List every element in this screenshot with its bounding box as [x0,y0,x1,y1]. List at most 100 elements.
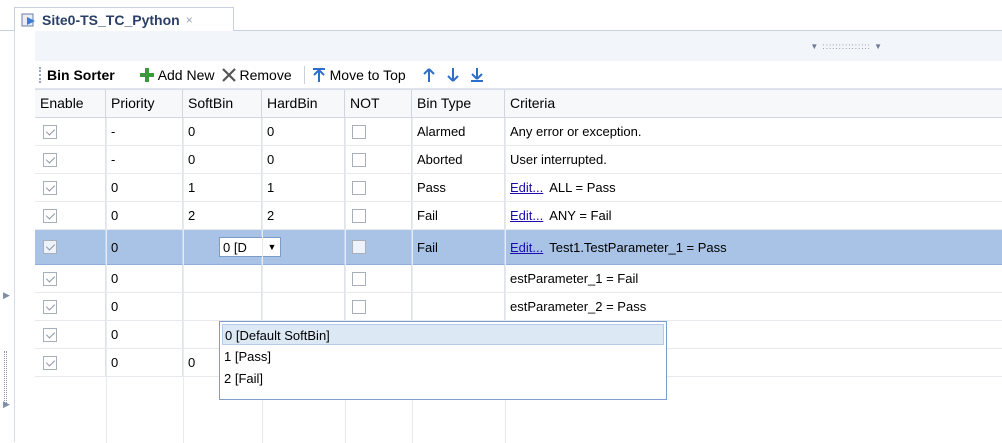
softbin-cell[interactable]: 1 [183,174,262,202]
enable-cell[interactable] [35,293,106,321]
softbin-cell[interactable] [183,265,262,293]
edit-criteria-link[interactable]: Edit... [510,240,543,255]
close-icon[interactable]: × [186,13,193,27]
move-down-button[interactable] [446,67,460,83]
table-row[interactable]: 0 2 2 Fail Edit... ANY = Fail [35,202,1002,230]
column-header-criteria[interactable]: Criteria [505,90,1002,118]
move-to-bottom-button[interactable] [470,67,484,83]
priority-cell[interactable]: 0 [106,174,183,202]
table-row[interactable]: - 0 0 Alarmed Any error or exception. [35,118,1002,146]
enable-cell[interactable] [35,265,106,293]
not-cell[interactable] [345,118,412,146]
remove-button[interactable]: Remove [221,67,292,83]
not-cell[interactable] [345,146,412,174]
dropdown-option[interactable]: 1 [Pass] [220,346,666,367]
priority-cell[interactable]: 0 [106,265,183,293]
bintype-cell[interactable]: Fail [412,202,505,230]
softbin-combobox[interactable]: 0 [D ▼ [219,237,281,257]
splitter-grip[interactable] [4,351,7,405]
not-checkbox[interactable] [352,125,366,139]
column-header-hardbin[interactable]: HardBin [262,90,345,118]
hardbin-cell[interactable] [262,265,345,293]
softbin-cell[interactable]: 2 [183,202,262,230]
table-row[interactable]: 0 estParameter_2 = Pass [35,293,1002,321]
panel-resize-grip[interactable]: ▼ ::::::::::::::: ▼ [35,31,1002,61]
column-header-bintype[interactable]: Bin Type [412,90,505,118]
enable-checkbox[interactable] [43,181,57,195]
bintype-cell[interactable]: Pass [412,174,505,202]
enable-cell[interactable] [35,174,106,202]
not-cell[interactable] [345,174,412,202]
enable-checkbox[interactable] [43,272,57,286]
dropdown-option[interactable]: 0 [Default SoftBin] [222,324,664,345]
column-header-enable[interactable]: Enable [35,90,106,118]
table-row[interactable]: 00FailEdit...Test1.TestParameter_1 = Pas… [35,230,1002,265]
not-cell[interactable] [345,265,412,293]
not-cell[interactable] [345,230,412,265]
softbin-cell[interactable]: 0 [183,118,262,146]
not-cell[interactable] [345,202,412,230]
bintype-cell[interactable]: Aborted [412,146,505,174]
enable-checkbox[interactable] [43,328,57,342]
not-checkbox[interactable] [352,300,366,314]
enable-cell[interactable] [35,230,106,265]
move-up-button[interactable] [422,67,436,83]
criteria-cell[interactable]: User interrupted. [505,146,1002,174]
add-new-button[interactable]: Add New [139,67,215,83]
softbin-dropdown-list[interactable]: 0 [Default SoftBin] 1 [Pass] 2 [Fail] [219,321,667,400]
not-checkbox[interactable] [352,272,366,286]
priority-cell[interactable]: 0 [106,202,183,230]
document-tab[interactable]: Site0-TS_TC_Python × [14,7,234,32]
column-header-softbin[interactable]: SoftBin [183,90,262,118]
softbin-cell[interactable]: 0 [183,146,262,174]
priority-cell[interactable]: 0 [106,293,183,321]
bintype-cell[interactable] [412,293,505,321]
column-header-not[interactable]: NOT [345,90,412,118]
table-row[interactable]: 0 1 1 Pass Edit... ALL = Pass [35,174,1002,202]
enable-checkbox[interactable] [43,240,57,254]
table-row[interactable]: 0 estParameter_1 = Fail [35,265,1002,293]
enable-checkbox[interactable] [43,125,57,139]
hardbin-cell[interactable]: 1 [262,174,345,202]
chevron-down-icon[interactable]: ▼ [264,242,280,252]
enable-checkbox[interactable] [43,356,57,370]
hardbin-cell[interactable]: 0 [262,118,345,146]
enable-cell[interactable] [35,349,106,377]
toolbar-grip[interactable] [39,66,43,83]
enable-cell[interactable] [35,321,106,349]
move-to-top-button[interactable]: Move to Top [311,67,406,83]
bintype-cell[interactable] [412,265,505,293]
criteria-cell[interactable]: estParameter_1 = Fail [505,265,1002,293]
enable-checkbox[interactable] [43,209,57,223]
enable-checkbox[interactable] [43,153,57,167]
bintype-cell[interactable]: Alarmed [412,118,505,146]
enable-cell[interactable] [35,118,106,146]
edit-criteria-link[interactable]: Edit... [510,180,543,195]
priority-cell[interactable]: 0 [106,321,183,349]
priority-cell[interactable]: 0 [106,349,183,377]
criteria-cell[interactable]: Edit... ALL = Pass [505,174,1002,202]
softbin-cell[interactable] [183,293,262,321]
not-checkbox[interactable] [352,181,366,195]
priority-cell[interactable]: - [106,146,183,174]
column-header-priority[interactable]: Priority [106,90,183,118]
priority-cell[interactable]: 0 [106,230,183,265]
criteria-cell[interactable]: Any error or exception. [505,118,1002,146]
criteria-cell[interactable]: Edit... Test1.TestParameter_1 = Pass [505,230,1002,265]
hardbin-cell[interactable] [262,293,345,321]
hardbin-cell[interactable]: 0 [262,146,345,174]
enable-checkbox[interactable] [43,300,57,314]
priority-cell[interactable]: - [106,118,183,146]
criteria-cell[interactable]: Edit... ANY = Fail [505,202,1002,230]
not-checkbox[interactable] [352,240,366,254]
hardbin-cell[interactable]: 2 [262,202,345,230]
criteria-cell[interactable]: estParameter_2 = Pass [505,293,1002,321]
edit-criteria-link[interactable]: Edit... [510,208,543,223]
not-cell[interactable] [345,293,412,321]
bintype-cell[interactable]: Fail [412,230,505,265]
not-checkbox[interactable] [352,153,366,167]
not-checkbox[interactable] [352,209,366,223]
enable-cell[interactable] [35,146,106,174]
table-row[interactable]: - 0 0 Aborted User interrupted. [35,146,1002,174]
dropdown-option[interactable]: 2 [Fail] [220,368,666,389]
